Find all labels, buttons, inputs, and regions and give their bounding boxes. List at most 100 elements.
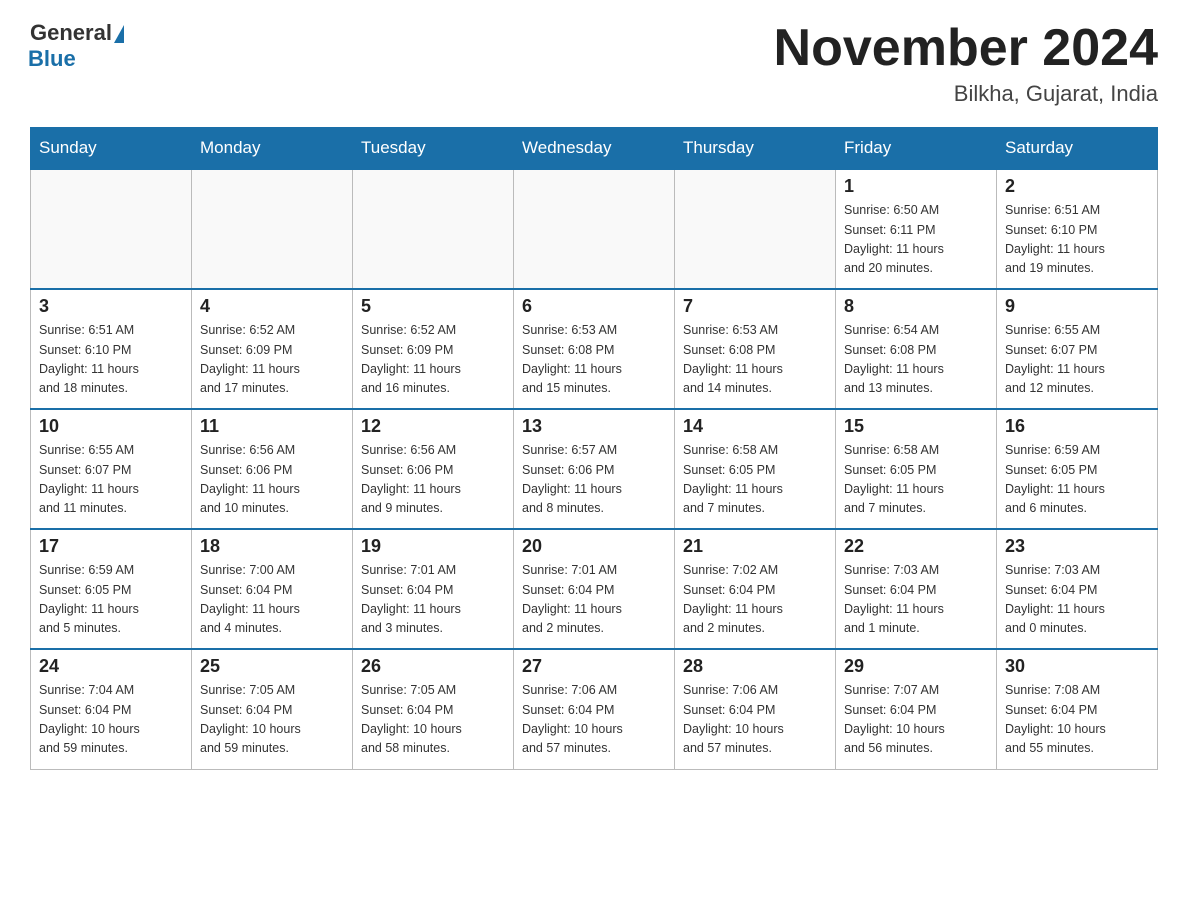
day-cell: 30 Sunrise: 7:08 AMSunset: 6:04 PMDayligh… — [997, 649, 1158, 769]
day-number: 28 — [683, 656, 827, 677]
day-number: 17 — [39, 536, 183, 557]
col-header-thursday: Thursday — [675, 128, 836, 170]
day-cell: 23Sunrise: 7:03 AMSunset: 6:04 PMDayligh… — [997, 529, 1158, 649]
day-number: 20 — [522, 536, 666, 557]
month-title: November 2024 — [774, 20, 1158, 77]
day-number: 25 — [200, 656, 344, 677]
day-cell: 7Sunrise: 6:53 AMSunset: 6:08 PMDaylight… — [675, 289, 836, 409]
day-number: 3 — [39, 296, 183, 317]
day-cell: 6 Sunrise: 6:53 AMSunset: 6:08 PMDaylight… — [514, 289, 675, 409]
day-cell: 25 Sunrise: 7:05 AMSunset: 6:04 PMDayligh… — [192, 649, 353, 769]
day-cell: 2 Sunrise: 6:51 AMSunset: 6:10 PMDaylight… — [997, 169, 1158, 289]
week-row-5: 24Sunrise: 7:04 AMSunset: 6:04 PMDayligh… — [31, 649, 1158, 769]
day-info: Sunrise: 6:58 AMSunset: 6:05 PMDaylight:… — [683, 441, 827, 519]
day-cell: 8Sunrise: 6:54 AMSunset: 6:08 PMDaylight… — [836, 289, 997, 409]
day-info: Sunrise: 7:05 AMSunset: 6:04 PMDaylight:… — [200, 681, 344, 759]
day-number: 23 — [1005, 536, 1149, 557]
week-row-1: 1 Sunrise: 6:50 AMSunset: 6:11 PMDaylight… — [31, 169, 1158, 289]
day-info: Sunrise: 7:01 AMSunset: 6:04 PMDaylight:… — [522, 561, 666, 639]
day-cell: 9 Sunrise: 6:55 AMSunset: 6:07 PMDaylight… — [997, 289, 1158, 409]
day-cell: 12Sunrise: 6:56 AMSunset: 6:06 PMDayligh… — [353, 409, 514, 529]
logo-triangle-icon — [114, 25, 124, 43]
logo: General Blue — [30, 20, 124, 72]
day-number: 2 — [1005, 176, 1149, 197]
col-header-sunday: Sunday — [31, 128, 192, 170]
logo-blue-text: Blue — [28, 46, 76, 72]
day-number: 19 — [361, 536, 505, 557]
day-cell: 27 Sunrise: 7:06 AMSunset: 6:04 PMDayligh… — [514, 649, 675, 769]
day-cell — [675, 169, 836, 289]
calendar-table: SundayMondayTuesdayWednesdayThursdayFrid… — [30, 127, 1158, 770]
col-header-monday: Monday — [192, 128, 353, 170]
calendar-header-row: SundayMondayTuesdayWednesdayThursdayFrid… — [31, 128, 1158, 170]
day-info: Sunrise: 6:56 AMSunset: 6:06 PMDaylight:… — [200, 441, 344, 519]
day-number: 27 — [522, 656, 666, 677]
day-cell: 29 Sunrise: 7:07 AMSunset: 6:04 PMDayligh… — [836, 649, 997, 769]
day-number: 18 — [200, 536, 344, 557]
day-info: Sunrise: 6:55 AMSunset: 6:07 PMDaylight:… — [39, 441, 183, 519]
day-cell: 5 Sunrise: 6:52 AMSunset: 6:09 PMDaylight… — [353, 289, 514, 409]
day-info: Sunrise: 6:51 AMSunset: 6:10 PMDaylight:… — [39, 321, 183, 399]
day-cell: 24Sunrise: 7:04 AMSunset: 6:04 PMDayligh… — [31, 649, 192, 769]
location-title: Bilkha, Gujarat, India — [774, 81, 1158, 107]
day-number: 10 — [39, 416, 183, 437]
day-info: Sunrise: 6:54 AMSunset: 6:08 PMDaylight:… — [844, 321, 988, 399]
day-info: Sunrise: 7:02 AMSunset: 6:04 PMDaylight:… — [683, 561, 827, 639]
day-number: 7 — [683, 296, 827, 317]
day-cell: 15 Sunrise: 6:58 AMSunset: 6:05 PMDayligh… — [836, 409, 997, 529]
day-cell: 14 Sunrise: 6:58 AMSunset: 6:05 PMDayligh… — [675, 409, 836, 529]
day-cell: 26 Sunrise: 7:05 AMSunset: 6:04 PMDayligh… — [353, 649, 514, 769]
page-header: General Blue November 2024 Bilkha, Gujar… — [30, 20, 1158, 107]
day-info: Sunrise: 6:52 AMSunset: 6:09 PMDaylight:… — [361, 321, 505, 399]
day-info: Sunrise: 6:52 AMSunset: 6:09 PMDaylight:… — [200, 321, 344, 399]
day-number: 1 — [844, 176, 988, 197]
col-header-saturday: Saturday — [997, 128, 1158, 170]
day-info: Sunrise: 6:55 AMSunset: 6:07 PMDaylight:… — [1005, 321, 1149, 399]
day-info: Sunrise: 7:06 AMSunset: 6:04 PMDaylight:… — [683, 681, 827, 759]
day-info: Sunrise: 6:57 AMSunset: 6:06 PMDaylight:… — [522, 441, 666, 519]
day-info: Sunrise: 7:03 AMSunset: 6:04 PMDaylight:… — [844, 561, 988, 639]
logo-general-text: General — [30, 20, 112, 46]
day-info: Sunrise: 7:06 AMSunset: 6:04 PMDaylight:… — [522, 681, 666, 759]
day-info: Sunrise: 6:50 AMSunset: 6:11 PMDaylight:… — [844, 201, 988, 279]
col-header-tuesday: Tuesday — [353, 128, 514, 170]
day-cell: 22 Sunrise: 7:03 AMSunset: 6:04 PMDayligh… — [836, 529, 997, 649]
day-info: Sunrise: 6:51 AMSunset: 6:10 PMDaylight:… — [1005, 201, 1149, 279]
day-number: 29 — [844, 656, 988, 677]
day-cell — [353, 169, 514, 289]
day-cell: 13 Sunrise: 6:57 AMSunset: 6:06 PMDayligh… — [514, 409, 675, 529]
week-row-2: 3 Sunrise: 6:51 AMSunset: 6:10 PMDaylight… — [31, 289, 1158, 409]
day-number: 6 — [522, 296, 666, 317]
day-number: 15 — [844, 416, 988, 437]
col-header-friday: Friday — [836, 128, 997, 170]
day-info: Sunrise: 6:58 AMSunset: 6:05 PMDaylight:… — [844, 441, 988, 519]
day-cell: 16Sunrise: 6:59 AMSunset: 6:05 PMDayligh… — [997, 409, 1158, 529]
day-info: Sunrise: 6:59 AMSunset: 6:05 PMDaylight:… — [39, 561, 183, 639]
day-info: Sunrise: 7:00 AMSunset: 6:04 PMDaylight:… — [200, 561, 344, 639]
day-cell: 28 Sunrise: 7:06 AMSunset: 6:04 PMDayligh… — [675, 649, 836, 769]
day-number: 21 — [683, 536, 827, 557]
day-number: 5 — [361, 296, 505, 317]
week-row-4: 17 Sunrise: 6:59 AMSunset: 6:05 PMDayligh… — [31, 529, 1158, 649]
day-cell — [192, 169, 353, 289]
day-number: 14 — [683, 416, 827, 437]
day-number: 13 — [522, 416, 666, 437]
day-cell: 19Sunrise: 7:01 AMSunset: 6:04 PMDayligh… — [353, 529, 514, 649]
day-info: Sunrise: 6:53 AMSunset: 6:08 PMDaylight:… — [522, 321, 666, 399]
day-number: 22 — [844, 536, 988, 557]
day-cell: 10 Sunrise: 6:55 AMSunset: 6:07 PMDayligh… — [31, 409, 192, 529]
day-info: Sunrise: 7:07 AMSunset: 6:04 PMDaylight:… — [844, 681, 988, 759]
day-info: Sunrise: 6:59 AMSunset: 6:05 PMDaylight:… — [1005, 441, 1149, 519]
title-block: November 2024 Bilkha, Gujarat, India — [774, 20, 1158, 107]
day-info: Sunrise: 7:05 AMSunset: 6:04 PMDaylight:… — [361, 681, 505, 759]
col-header-wednesday: Wednesday — [514, 128, 675, 170]
day-cell: 21 Sunrise: 7:02 AMSunset: 6:04 PMDayligh… — [675, 529, 836, 649]
day-cell: 11Sunrise: 6:56 AMSunset: 6:06 PMDayligh… — [192, 409, 353, 529]
day-info: Sunrise: 7:08 AMSunset: 6:04 PMDaylight:… — [1005, 681, 1149, 759]
day-cell: 4Sunrise: 6:52 AMSunset: 6:09 PMDaylight… — [192, 289, 353, 409]
day-number: 9 — [1005, 296, 1149, 317]
day-number: 26 — [361, 656, 505, 677]
day-info: Sunrise: 6:56 AMSunset: 6:06 PMDaylight:… — [361, 441, 505, 519]
day-number: 24 — [39, 656, 183, 677]
day-number: 30 — [1005, 656, 1149, 677]
